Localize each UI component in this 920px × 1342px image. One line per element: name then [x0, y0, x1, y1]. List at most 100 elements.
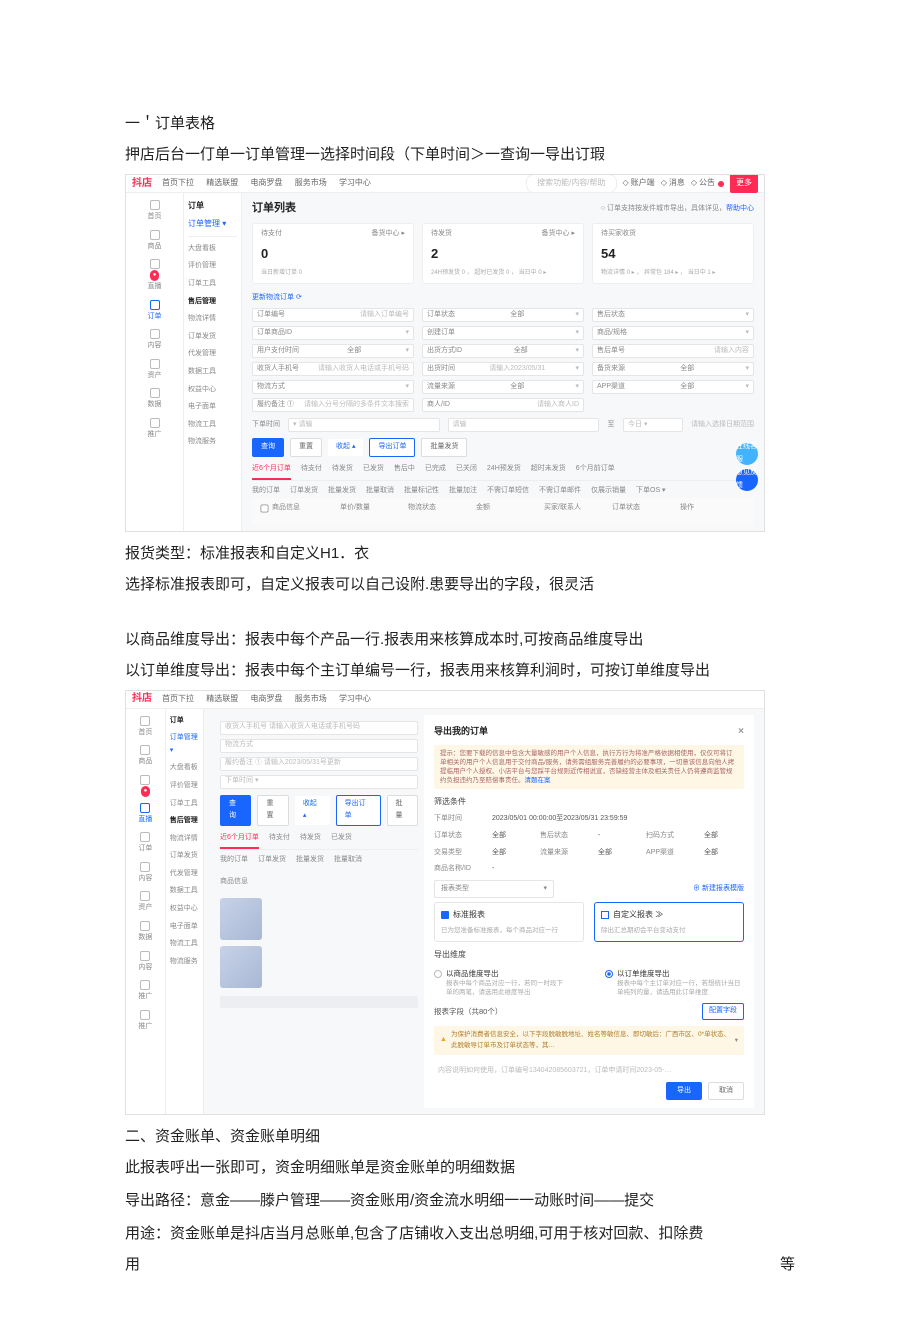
notice-link[interactable]: ◇ 公告 [691, 174, 724, 192]
today-sel[interactable]: 今日 ▾ [623, 418, 683, 432]
subnav-item[interactable]: 订单 [170, 715, 199, 728]
side-content[interactable]: 内容 [126, 326, 183, 356]
subnav-item[interactable]: 数据工具 [170, 885, 199, 898]
filter-phone[interactable]: 收货人手机号请输入收货人电话或手机号码 [252, 362, 414, 376]
tab-overdue[interactable]: 超时未发货 [531, 463, 566, 481]
nav-item[interactable]: 服务市场 [295, 178, 327, 187]
stat-card-pending-ship[interactable]: 待发货备货中心 ▸ 2 24H预发货 0 ， 超时已发货 0 ， 当日中 0 ▸ [422, 223, 584, 284]
filter-shiptime[interactable]: 出货时间请输入2023/05/31▾ [422, 362, 584, 376]
cancel-button[interactable]: 取消 [708, 1082, 744, 1101]
side-item[interactable]: ● [126, 772, 165, 800]
nav-item[interactable]: 精选联盟 [206, 694, 238, 703]
subnav-item[interactable]: 代发管理 [170, 868, 199, 881]
batch-ship-button[interactable]: 批量发货 [421, 438, 467, 457]
filter-note[interactable]: 履约备注 ①请输入分号分隔的多条件文本搜索 [252, 398, 414, 412]
subnav-item[interactable]: 评价管理 [170, 780, 199, 793]
subside-item[interactable]: 订单工具 [188, 278, 237, 291]
stat-card-pending-pay[interactable]: 待支付备货中心 ▸ 0 当日新增订单 0 [252, 223, 414, 284]
card-standard[interactable]: 标准报表 已为您准备标准报表，每个商品对应一行 [434, 902, 584, 942]
subnav-item[interactable]: 订单管理 ▾ [170, 732, 199, 757]
side-item[interactable]: 直播 [126, 800, 165, 830]
nav-item[interactable]: 学习中心 [339, 694, 371, 703]
new-template-link[interactable]: ⊕ 新建报表模版 [693, 883, 744, 896]
subside-item[interactable]: 物流详情 [188, 313, 237, 326]
subnav-order[interactable]: 订单 [188, 199, 204, 213]
subtab[interactable]: 不需订单短信 [487, 485, 529, 498]
side-item[interactable]: 资产 [126, 888, 165, 918]
side-item[interactable]: 内容 [126, 859, 165, 889]
subtab[interactable]: 订单发货 [290, 485, 318, 498]
subnav-order-mgmt[interactable]: 订单管理 ▾ [188, 217, 226, 231]
subnav-item[interactable]: 订单发货 [170, 850, 199, 863]
export-button[interactable]: 导出订单 [369, 438, 415, 457]
subside-item[interactable]: 电子面单 [188, 401, 237, 414]
reset-button[interactable]: 重置 [290, 438, 322, 457]
side-item[interactable]: 推广 [126, 1007, 165, 1037]
tab-6m[interactable]: 近6个月订单 [252, 463, 291, 481]
tab-6m-ago[interactable]: 6个月前订单 [576, 463, 615, 481]
subtab[interactable]: 不需订单邮件 [539, 485, 581, 498]
filter-shipway[interactable]: 出货方式ID全部▾ [422, 344, 584, 358]
subnav-item[interactable]: 物流服务 [170, 956, 199, 969]
tab-24h[interactable]: 24H预发货 [487, 463, 521, 481]
tab-aftersale[interactable]: 售后中 [394, 463, 415, 481]
nav-item[interactable]: 首页下拉 [162, 178, 194, 187]
radio-product-dim[interactable]: 以商品维度导出 报表中每个商品对应一行，若同一时段下单的两笔，请选用此维度导出 [434, 967, 565, 997]
side-live[interactable]: ●直播 [126, 256, 183, 296]
tab-done[interactable]: 已完成 [425, 463, 446, 481]
float-feedback[interactable]: 意见反馈 [736, 469, 758, 491]
filter-order-status[interactable]: 订单状态全部▾ [422, 308, 584, 322]
side-order[interactable]: 订单 [126, 297, 183, 327]
subnav-item[interactable]: 电子面单 [170, 921, 199, 934]
subtab[interactable]: 批量发货 [328, 485, 356, 498]
filter-app[interactable]: APP渠道全部▾ [592, 380, 754, 394]
side-item[interactable]: 内容 [126, 948, 165, 978]
tab-pending-pay[interactable]: 待支付 [301, 463, 322, 481]
subside-item[interactable]: 代发管理 [188, 348, 237, 361]
filter-aftersale[interactable]: 售后状态▾ [592, 308, 754, 322]
side-product[interactable]: 商品 [126, 227, 183, 257]
subnav-item[interactable]: 权益中心 [170, 903, 199, 916]
filter-logistics[interactable]: 物流方式▾ [252, 380, 414, 394]
side-asset[interactable]: 资产 [126, 356, 183, 386]
nav-item[interactable]: 学习中心 [339, 178, 371, 187]
nav-item[interactable]: 首页下拉 [162, 694, 194, 703]
subnav-item[interactable]: 订单工具 [170, 798, 199, 811]
user-link[interactable]: ◇ 账户端 [623, 174, 655, 192]
filter-source[interactable]: 备货来源全部▾ [592, 362, 754, 376]
side-item[interactable]: 推广 [126, 977, 165, 1007]
msg-link[interactable]: ◇ 消息 [661, 174, 685, 192]
help-link[interactable]: 帮助中心 [726, 205, 754, 212]
filter-order-no[interactable]: 订单编号请输入订单编号 [252, 308, 414, 322]
nav-item[interactable]: 电商罗盘 [250, 178, 282, 187]
card-custom[interactable]: 自定义报表 ≫ 除出汇总期初会平台变动支付 [594, 902, 744, 942]
radio-order-dim[interactable]: 以订单维度导出 报表中每个主订单对应一行，若想统计当日单纯列的量，请选用此订单维… [605, 967, 744, 997]
filter-product-id[interactable]: 订单商品ID▾ [252, 326, 414, 340]
side-item[interactable]: 商品 [126, 742, 165, 772]
query-button[interactable]: 查询 [252, 438, 284, 457]
collapse-button[interactable]: 收起 ▴ [328, 439, 363, 456]
amount-to[interactable]: 请输 [448, 418, 600, 432]
close-icon[interactable]: × [738, 723, 744, 741]
side-item[interactable]: 首页 [126, 713, 165, 743]
filter-merchant[interactable]: 商人/ID请输入商人ID [422, 398, 584, 412]
select-all[interactable] [261, 505, 269, 513]
filter-traffic[interactable]: 流量来源全部▾ [422, 380, 584, 394]
subside-item[interactable]: 大盘看板 [188, 243, 237, 256]
subside-item[interactable]: 物流工具 [188, 419, 237, 432]
filter-create[interactable]: 创建订单▾ [422, 326, 584, 340]
subnav-item[interactable]: 物流详情 [170, 833, 199, 846]
side-home[interactable]: 首页 [126, 197, 183, 227]
tab-closed[interactable]: 已关闭 [456, 463, 477, 481]
side-item[interactable]: 数据 [126, 918, 165, 948]
tab-pending-ship[interactable]: 待发货 [332, 463, 353, 481]
report-type-select[interactable]: 报表类型▾ [434, 880, 554, 899]
subtab[interactable]: 仅展示销量 [591, 485, 626, 498]
float-service[interactable]: 在线客服 [736, 443, 758, 465]
subtab[interactable]: 下单OS ▾ [636, 485, 666, 498]
subside-item[interactable]: 订单发货 [188, 331, 237, 344]
subside-item[interactable]: 权益中心 [188, 384, 237, 397]
buy-button[interactable]: 更多 [730, 174, 758, 192]
subside-item[interactable]: 数据工具 [188, 366, 237, 379]
export-confirm-button[interactable]: 导出 [666, 1082, 702, 1101]
